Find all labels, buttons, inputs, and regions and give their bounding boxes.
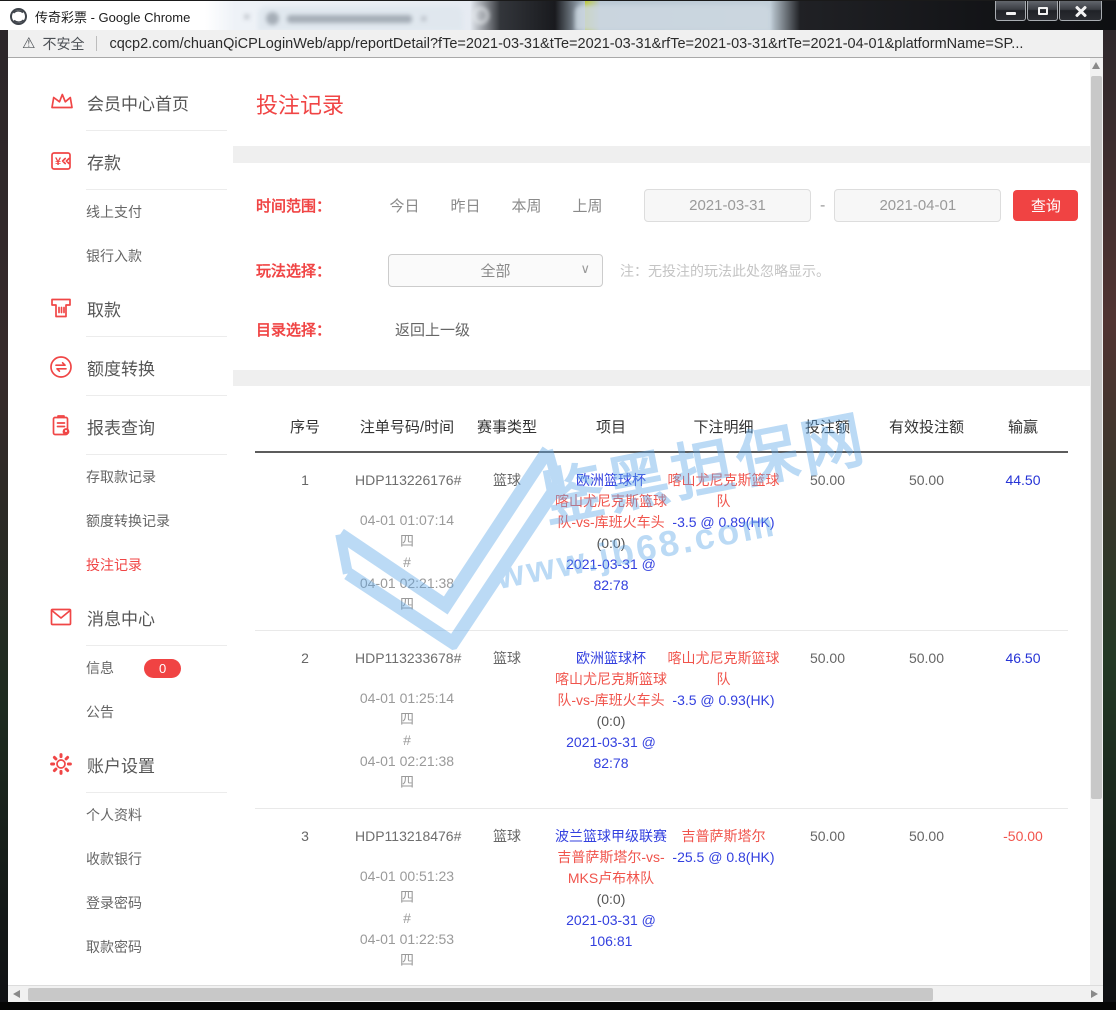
sidebar-item-login-password[interactable]: 登录密码 <box>8 881 233 925</box>
sidebar-item-withdraw[interactable]: 取款 <box>8 278 233 336</box>
table-row: 1 HDP113226176# 04-01 01:07:14 四 # 04-01… <box>255 453 1068 631</box>
sidebar-item-online-payment[interactable]: 线上支付 <box>8 190 233 234</box>
url-text[interactable]: cqcp2.com/chuanQiCPLoginWeb/app/reportDe… <box>109 36 1023 52</box>
sidebar-item-betting-records[interactable]: 投注记录 <box>8 543 233 587</box>
filter-panel: 时间范围： 今日 昨日 本周 上周 2021-03-31 - 2021-04-0… <box>233 163 1090 370</box>
records-table-panel: 序号 注单号码/时间 赛事类型 项目 下注明细 投注额 有效投注额 输赢 1 <box>233 386 1090 985</box>
date-to-input[interactable]: 2021-04-01 <box>834 189 1001 222</box>
address-bar[interactable]: ⚠ 不安全 cqcp2.com/chuanQiCPLoginWeb/app/re… <box>8 30 1103 58</box>
quick-range-today[interactable]: 今日 <box>374 195 435 216</box>
table-row: 2 HDP113233678# 04-01 01:25:14 四 # 04-01… <box>255 631 1068 809</box>
maximize-icon <box>1038 7 1048 15</box>
ghost-new-tab-icon <box>472 7 489 24</box>
minimize-button[interactable] <box>995 1 1026 21</box>
deposit-icon: ¥ <box>48 148 74 174</box>
quick-range-yesterday[interactable]: 昨日 <box>435 195 496 216</box>
date-range-separator: - <box>820 197 825 215</box>
not-secure-label[interactable]: 不安全 <box>42 34 84 54</box>
svg-text:¥: ¥ <box>55 156 62 168</box>
scroll-left-icon[interactable] <box>13 990 20 998</box>
message-icon <box>48 604 74 630</box>
table-header: 序号 注单号码/时间 赛事类型 项目 下注明细 投注额 有效投注额 输赢 <box>255 386 1068 453</box>
scroll-right-icon[interactable] <box>1091 990 1098 998</box>
horizontal-scrollbar[interactable] <box>8 985 1103 1002</box>
chevron-down-icon: ∨ <box>580 261 590 277</box>
time-range-label: 时间范围： <box>256 195 374 216</box>
window-border-bottom <box>0 1002 1116 1010</box>
window-controls <box>994 1 1102 21</box>
page-title: 投注记录 <box>256 88 1090 120</box>
transfer-icon <box>48 354 74 380</box>
sidebar-item-bank-deposit[interactable]: 银行入款 <box>8 234 233 278</box>
sidebar-item-announcements[interactable]: 公告 <box>8 690 233 734</box>
window-title: 传奇彩票 - Google Chrome <box>35 7 190 26</box>
withdraw-icon <box>48 295 74 321</box>
play-type-label: 玩法选择： <box>256 260 374 281</box>
ghost-favicon <box>266 12 279 25</box>
sidebar-item-quota-transfer-records[interactable]: 额度转换记录 <box>8 499 233 543</box>
horizontal-scrollbar-thumb[interactable] <box>28 988 933 1001</box>
sidebar-item-deposit[interactable]: ¥ 存款 <box>8 131 233 189</box>
browser-window: 传奇彩票 - Google Chrome × × ⚠ 不安全 <box>0 0 1116 1010</box>
window-border-left <box>0 30 8 1002</box>
close-button[interactable] <box>1059 1 1102 21</box>
play-type-note: 注：无投注的玩法此处忽略显示。 <box>620 261 830 281</box>
sidebar-item-receiving-bank[interactable]: 收款银行 <box>8 837 233 881</box>
sidebar-item-messages[interactable]: 信息 0 <box>8 646 233 690</box>
table-row: 3 HDP113218476# 04-01 00:51:23 四 # 04-01… <box>255 809 1068 985</box>
sidebar-item-reports[interactable]: 报表查询 <box>8 396 233 454</box>
security-warning-icon: ⚠ <box>22 36 35 51</box>
quick-range-this-week[interactable]: 本周 <box>496 195 557 216</box>
quick-range-last-week[interactable]: 上周 <box>557 195 618 216</box>
maximize-button[interactable] <box>1027 1 1058 21</box>
scroll-up-icon[interactable] <box>1092 62 1100 69</box>
crown-icon <box>48 89 74 115</box>
vertical-scrollbar-thumb[interactable] <box>1091 76 1102 799</box>
date-from-input[interactable]: 2021-03-31 <box>644 189 811 222</box>
gear-icon <box>48 751 74 777</box>
vertical-scrollbar[interactable] <box>1090 58 1103 985</box>
directory-label: 目录选择： <box>256 319 374 340</box>
ghost-tab-close-icon: × <box>243 9 251 24</box>
sidebar-item-withdraw-password[interactable]: 取款密码 <box>8 925 233 969</box>
sidebar-item-member-home[interactable]: 会员中心首页 <box>8 72 233 130</box>
main-content: 投注记录 时间范围： 今日 昨日 本周 上周 2021-03-31 - 2021… <box>233 58 1090 985</box>
message-count-badge: 0 <box>144 659 181 678</box>
report-icon <box>48 413 74 439</box>
minimize-icon <box>1006 12 1016 15</box>
sidebar-item-deposit-withdraw-records[interactable]: 存取款记录 <box>8 455 233 499</box>
url-separator <box>96 36 97 51</box>
ghost-tab: × <box>258 6 463 30</box>
sidebar-item-account-settings[interactable]: 账户设置 <box>8 734 233 792</box>
sidebar-item-quota-transfer[interactable]: 额度转换 <box>8 337 233 395</box>
window-titlebar: 传奇彩票 - Google Chrome × × <box>0 0 1116 30</box>
directory-back-link[interactable]: 返回上一级 <box>395 319 470 340</box>
sidebar-item-message-center[interactable]: 消息中心 <box>8 587 233 645</box>
sidebar: 会员中心首页 ¥ 存款 线上支付 银行入款 <box>8 58 233 985</box>
play-type-select[interactable]: 全部 ∨ <box>388 254 603 287</box>
chrome-favicon-icon <box>10 8 27 25</box>
query-button[interactable]: 查询 <box>1013 190 1078 221</box>
sidebar-item-personal-info[interactable]: 个人资料 <box>8 793 233 837</box>
close-icon <box>1075 5 1087 17</box>
window-border-right <box>1103 30 1116 1002</box>
